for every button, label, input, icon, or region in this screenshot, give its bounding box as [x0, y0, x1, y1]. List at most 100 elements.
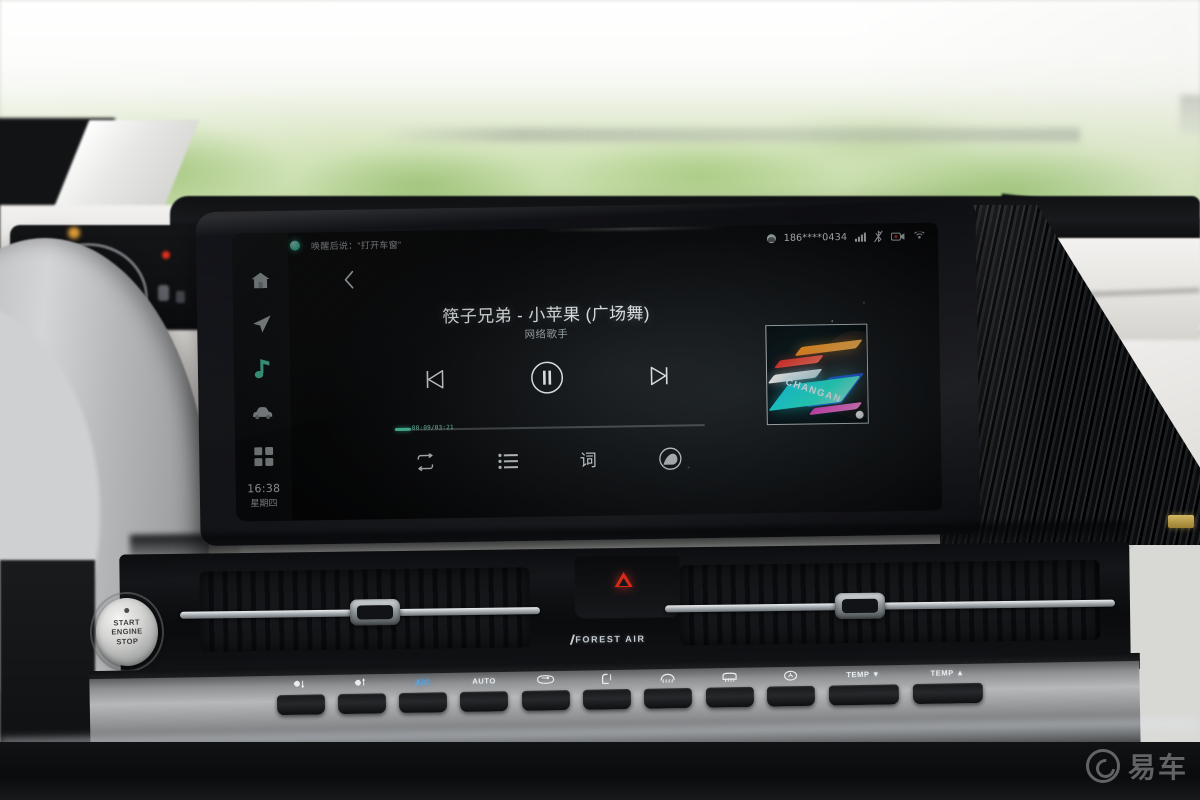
navigation-arrow-icon	[252, 315, 271, 333]
playlist-button[interactable]	[497, 453, 518, 469]
wifi-icon[interactable]	[913, 231, 926, 240]
repeat-icon	[417, 453, 434, 472]
sidebar-item-apps[interactable]	[252, 445, 274, 467]
album-plane-red	[773, 354, 824, 369]
apps-grid-icon	[253, 446, 273, 466]
recirculation-icon	[535, 673, 555, 685]
album-art[interactable]: CHANGAN	[765, 323, 869, 426]
hmi-sidebar: 16:38 星期四	[231, 232, 293, 522]
warning-lamp-amber-icon	[68, 227, 80, 239]
air-purifier-key[interactable]	[766, 685, 816, 707]
seat-heat-icon	[600, 672, 614, 684]
clock-weekday: 星期四	[250, 497, 278, 509]
previous-track-button[interactable]	[423, 367, 447, 391]
front-defrost-icon	[720, 670, 738, 682]
screen-dust-speck	[862, 301, 865, 304]
sound-effect-icon	[659, 447, 682, 470]
car-icon	[253, 406, 273, 419]
fan-speed-down-button[interactable]	[270, 677, 332, 716]
sound-effect-button[interactable]	[658, 447, 682, 471]
progress-bar[interactable]: 00:09/03:21	[394, 420, 705, 435]
vent-direction-knob-right[interactable]	[834, 592, 886, 620]
voice-assistant-icon[interactable]	[289, 240, 301, 251]
cluster-icon-2	[176, 291, 185, 303]
play-pause-button[interactable]	[530, 360, 565, 395]
playlist-icon	[497, 453, 518, 469]
bluetooth-off-icon[interactable]	[874, 230, 883, 243]
phone-number: 186****0434	[783, 231, 848, 244]
track-title: 筷子兄弟 - 小苹果 (广场舞)	[442, 304, 651, 327]
auto-key[interactable]	[460, 691, 509, 712]
clock-time: 16:38	[247, 481, 281, 496]
temp-up-key[interactable]	[912, 682, 983, 705]
sidebar-item-music[interactable]	[251, 357, 273, 379]
temp-up-label: TEMP ▲	[930, 667, 965, 678]
gold-badge	[1168, 515, 1194, 528]
hazard-lights-button[interactable]	[614, 571, 633, 588]
rear-defrost-button[interactable]	[637, 671, 699, 709]
next-track-button[interactable]	[647, 364, 671, 388]
cluster-icon-1	[158, 285, 169, 301]
start-label-line3: STOP	[116, 636, 139, 647]
previous-track-icon	[426, 370, 444, 389]
progress-time-label: 00:09/03:21	[411, 424, 454, 432]
pause-icon	[531, 361, 564, 394]
recirculation-key[interactable]	[521, 690, 570, 711]
cellular-signal-icon	[855, 232, 866, 242]
voice-assistant-hint: 唤醒后说：“打开车窗”	[310, 239, 402, 251]
car-interior-photo: 0.8 km/h 唤醒后说：“打开车窗” 186****0434	[0, 0, 1200, 800]
auto-label: AUTO	[472, 675, 496, 686]
start-button-led	[124, 607, 130, 614]
fan-speed-up-button[interactable]	[331, 676, 393, 715]
user-avatar-icon[interactable]	[766, 233, 776, 243]
fan-down-icon	[292, 678, 308, 690]
watermark: 易车	[1085, 746, 1188, 786]
fan-up-icon	[353, 677, 369, 689]
temp-down-label: TEMP ▼	[846, 669, 881, 679]
progress-fill	[394, 428, 411, 432]
watermark-text: 易车	[1127, 752, 1188, 783]
sidebar-item-vehicle[interactable]	[251, 401, 273, 423]
infotainment-screen[interactable]: 唤醒后说：“打开车窗” 186****0434 16:38 星期四 筷子兄弟 -…	[231, 222, 943, 522]
front-defrost-button[interactable]	[698, 670, 760, 708]
air-purifier-icon	[783, 669, 798, 681]
repeat-button[interactable]	[414, 453, 436, 472]
vent-direction-knob-left[interactable]	[349, 598, 401, 626]
ac-key[interactable]	[399, 692, 448, 714]
distant-structure	[1180, 95, 1200, 135]
horizon-treeline	[380, 128, 1080, 142]
transport-controls	[382, 350, 713, 405]
sidebar-clock: 16:38 星期四	[236, 482, 292, 510]
ac-label: A/C	[415, 676, 431, 687]
temperature-down-button[interactable]: TEMP ▼	[821, 667, 906, 706]
air-purifier-button[interactable]	[760, 669, 822, 707]
temp-down-key[interactable]	[828, 684, 899, 706]
yiche-logo-icon	[1085, 749, 1120, 783]
screen-dust-speck	[687, 466, 690, 469]
music-player: 筷子兄弟 - 小苹果 (广场舞) 网络歌手 00:09/03:21 词 CHAN…	[288, 248, 942, 520]
dashcam-icon[interactable]	[890, 231, 905, 241]
lower-console	[0, 742, 1200, 800]
fan-up-key[interactable]	[337, 693, 387, 715]
temperature-up-button[interactable]: TEMP ▲	[905, 666, 990, 705]
seat-heater-button[interactable]	[576, 672, 638, 710]
status-bar-right: 186****0434	[766, 230, 926, 245]
auto-climate-button[interactable]: AUTO	[453, 674, 515, 712]
fan-down-key[interactable]	[276, 694, 325, 716]
player-bottom-bar: 词	[383, 438, 714, 483]
warning-lamp-red-icon	[162, 251, 170, 259]
rear-defrost-icon	[659, 671, 677, 683]
forest-air-label: FOREST AIR	[575, 633, 646, 645]
lyrics-button[interactable]: 词	[580, 450, 597, 469]
seat-heat-key[interactable]	[582, 688, 632, 710]
music-note-icon	[254, 358, 269, 378]
front-defrost-key[interactable]	[705, 686, 754, 708]
rear-defrost-key[interactable]	[644, 687, 693, 709]
sidebar-item-navigation[interactable]	[250, 313, 272, 335]
forest-air-slash	[569, 634, 575, 645]
next-track-icon	[650, 366, 668, 386]
home-icon	[251, 272, 270, 288]
air-recirculation-button[interactable]	[515, 673, 577, 711]
ac-button[interactable]: A/C	[392, 675, 454, 714]
sidebar-item-home[interactable]	[249, 269, 271, 291]
